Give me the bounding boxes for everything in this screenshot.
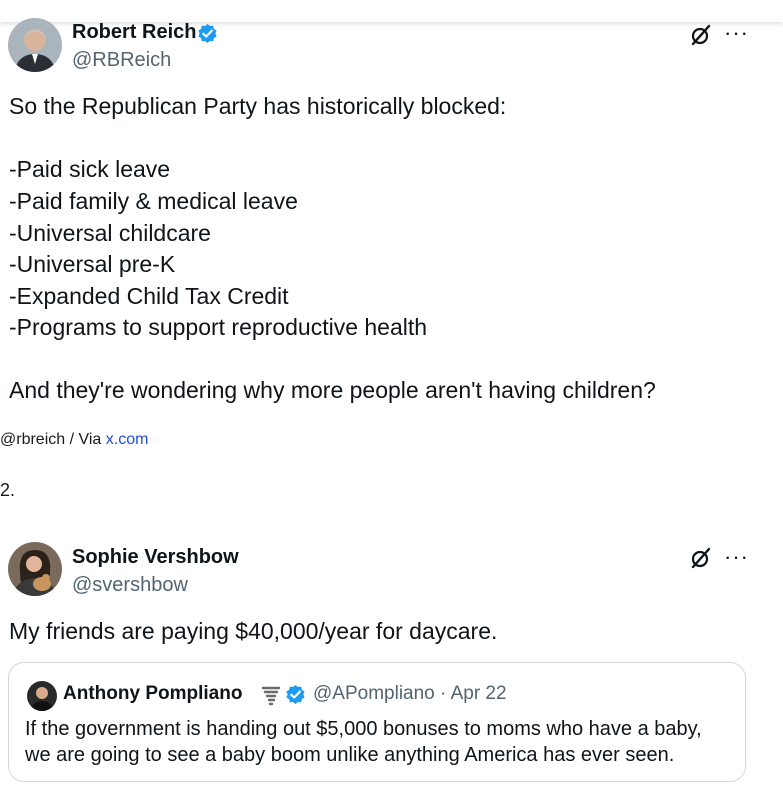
verified-icon — [198, 23, 217, 44]
tweet1-author-name[interactable]: Robert Reich — [72, 21, 196, 44]
tweet2-author-name[interactable]: Sophie Vershbow — [72, 546, 239, 569]
quoted-tweet[interactable]: Anthony Pompliano @APompliano · Apr 22 I… — [8, 662, 746, 782]
tornado-icon — [261, 686, 281, 706]
more-icon[interactable]: ··· — [724, 22, 749, 44]
quoted-handle-date[interactable]: @APompliano · Apr 22 — [313, 683, 507, 705]
robert-reich-avatar[interactable] — [8, 18, 62, 72]
verified-icon — [286, 684, 305, 705]
quoted-text-line: If the government is handing out $5,000 … — [25, 718, 702, 740]
tweet2-text: My friends are paying $40,000/year for d… — [9, 618, 498, 644]
tweet1-line: -Expanded Child Tax Credit — [9, 283, 289, 309]
tweet1-line: -Programs to support reproductive health — [9, 314, 428, 340]
grok-icon[interactable] — [689, 23, 713, 47]
source-credit: @rbreich / Via x.com — [0, 431, 148, 449]
grok-icon[interactable] — [689, 546, 713, 570]
item-number: 2. — [0, 480, 16, 500]
quoted-text-line: we are going to see a baby boom unlike a… — [25, 744, 675, 766]
tweet1-line: -Universal pre-K — [9, 251, 176, 277]
tweet1-line: And they're wondering why more people ar… — [9, 377, 656, 403]
more-icon[interactable]: ··· — [724, 546, 749, 568]
tweet1-line: -Universal childcare — [9, 220, 211, 246]
tweet1-handle[interactable]: @RBReich — [72, 49, 171, 72]
tweet1-line: -Paid sick leave — [9, 156, 171, 182]
anthony-pompliano-avatar[interactable] — [27, 681, 57, 711]
tweet2-handle[interactable]: @svershbow — [72, 574, 188, 597]
quoted-author-name[interactable]: Anthony Pompliano — [63, 683, 242, 705]
source-link[interactable]: x.com — [106, 431, 149, 448]
credit-text: @rbreich / Via — [0, 431, 106, 448]
sophie-vershbow-avatar[interactable] — [8, 542, 62, 596]
tweet1-line: So the Republican Party has historically… — [9, 93, 507, 119]
top-bar — [0, 0, 783, 22]
tweet1-line: -Paid family & medical leave — [9, 188, 298, 214]
